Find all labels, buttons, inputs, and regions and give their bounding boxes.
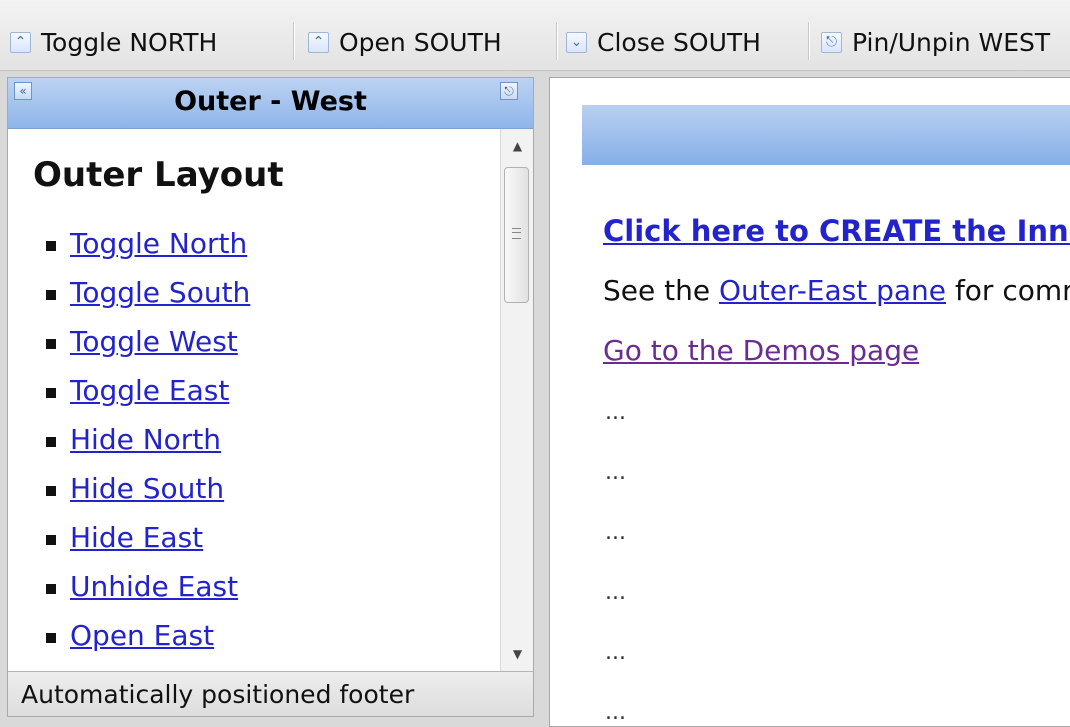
toggle-north-label: Toggle NORTH: [41, 27, 218, 57]
west-pane-title: Outer - West: [174, 86, 367, 117]
list-item: Unhide East: [8, 567, 250, 616]
outer-layout-heading: Outer Layout: [33, 155, 284, 195]
see-suffix: for commands: [954, 274, 1070, 307]
center-pane-header: [582, 105, 1070, 165]
west-pane-content: Outer Layout Toggle North Toggle South T…: [8, 129, 500, 671]
open-south-button[interactable]: ⌃ Open SOUTH: [308, 22, 502, 62]
hide-east-link[interactable]: Hide East: [70, 521, 203, 554]
list-item: Hide North: [8, 420, 250, 469]
toggle-north-link[interactable]: Toggle North: [70, 227, 247, 260]
demos-page-link[interactable]: Go to the Demos page: [603, 334, 919, 367]
footer-text: Automatically positioned footer: [21, 680, 415, 709]
grip-icon: [512, 228, 521, 239]
ellipsis-text: ...: [605, 580, 626, 605]
chevron-double-up-icon: ⌃: [10, 31, 31, 53]
pin-icon[interactable]: ⎋: [500, 82, 518, 100]
hide-north-link[interactable]: Hide North: [70, 423, 221, 456]
list-item: Toggle West: [8, 322, 250, 371]
west-pane-header: « Outer - West ⎋: [8, 78, 533, 129]
chevron-double-up-icon: ⌃: [308, 31, 329, 53]
scroll-up-arrow-icon[interactable]: ▲: [501, 129, 533, 163]
west-pane: « Outer - West ⎋ Outer Layout Toggle Nor…: [7, 77, 534, 717]
ellipsis-text: ...: [605, 520, 626, 545]
create-inner-layout-link[interactable]: Click here to CREATE the Inner Layout: [603, 214, 1070, 248]
pin-icon: ⎋: [821, 31, 842, 53]
chevron-double-down-icon: ⌄: [566, 31, 587, 53]
toggle-north-button[interactable]: ⌃ Toggle NORTH: [10, 22, 217, 62]
list-item: Toggle North: [8, 224, 250, 273]
toolbar-separator: [556, 22, 558, 60]
toggle-west-link[interactable]: Toggle West: [70, 325, 238, 358]
list-item: Toggle South: [8, 273, 250, 322]
ellipsis-text: ...: [605, 400, 626, 425]
see-outer-east-text: See the Outer-East pane for commands: [603, 274, 1070, 307]
scroll-down-arrow-icon[interactable]: ▼: [501, 637, 533, 671]
toggle-south-link[interactable]: Toggle South: [70, 276, 250, 309]
close-south-button[interactable]: ⌄ Close SOUTH: [566, 22, 761, 62]
list-item: Hide East: [8, 518, 250, 567]
ellipsis-text: ...: [605, 700, 626, 725]
outer-east-pane-link[interactable]: Outer-East pane: [719, 274, 946, 307]
center-pane: Click here to CREATE the Inner Layout Se…: [549, 77, 1070, 727]
list-item: Hide South: [8, 469, 250, 518]
west-command-list: Toggle North Toggle South Toggle West To…: [8, 224, 250, 665]
pin-unpin-west-label: Pin/Unpin WEST: [852, 27, 1051, 57]
open-east-link[interactable]: Open East: [70, 619, 214, 652]
hide-south-link[interactable]: Hide South: [70, 472, 224, 505]
toolbar: ⌃ Toggle NORTH ⌃ Open SOUTH ⌄ Close SOUT…: [0, 0, 1070, 71]
west-scrollbar[interactable]: ▲ ▼: [500, 129, 533, 671]
pin-unpin-west-button[interactable]: ⎋ Pin/Unpin WEST: [821, 22, 1050, 62]
list-item: Toggle East: [8, 371, 250, 420]
toolbar-separator: [808, 22, 810, 60]
scrollbar-thumb[interactable]: [504, 167, 529, 303]
unhide-east-link[interactable]: Unhide East: [70, 570, 238, 603]
ellipsis-text: ...: [605, 640, 626, 665]
close-south-label: Close SOUTH: [597, 27, 761, 57]
see-prefix: See the: [603, 274, 711, 307]
toolbar-separator: [293, 22, 295, 60]
list-item: Open East: [8, 616, 250, 665]
ellipsis-text: ...: [605, 460, 626, 485]
toggle-east-link[interactable]: Toggle East: [70, 374, 229, 407]
open-south-label: Open SOUTH: [339, 27, 502, 57]
west-pane-footer: Automatically positioned footer: [8, 671, 533, 716]
